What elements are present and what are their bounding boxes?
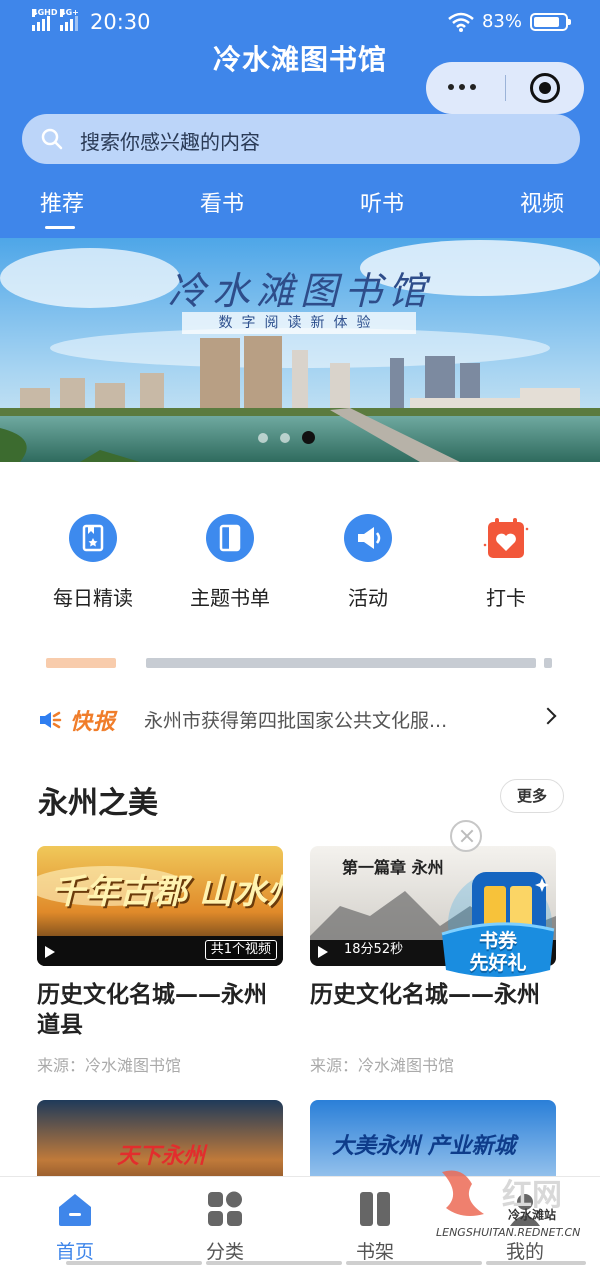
card-title: 历史文化名城——永州道县 [37,982,267,1038]
megaphone-icon [344,514,392,562]
banner-subtitle: 数字阅读新体验 [182,312,416,334]
bookshelf-icon [355,1189,395,1229]
category-icon [205,1189,245,1229]
nav-label: 分类 [205,1241,244,1263]
capsule-divider [505,75,506,101]
rednet-logo-icon [442,1170,484,1216]
thumbnail-art-text: 天下永州 [117,1143,206,1169]
calendar-heart-icon [482,514,530,562]
thumbnail-art-text: 千年古郡 山水州城 [51,872,283,912]
more-button[interactable]: 更多 [500,779,564,813]
gesture-bar [66,1261,202,1265]
speaker-icon [40,711,62,729]
quick-entries: 每日精读 主题书单 活动 打卡 [0,510,600,620]
coupon-promo[interactable]: 书券 先好礼 [438,866,558,988]
carousel-dots [258,431,315,444]
video-card[interactable]: 天下永州 [37,1100,283,1176]
quick-entry-label: 主题书单 [190,586,270,610]
news-ticker[interactable]: 快报 永州市获得第四批国家公共文化服... [38,700,562,738]
carousel-dot [280,432,290,443]
quick-entry-label: 每日精读 [53,586,133,610]
promo-label: 书券 先好礼 [469,930,527,974]
active-tab-indicator [45,226,75,229]
home-icon [55,1189,95,1229]
carousel-dot-active [302,431,315,444]
battery-percent: 83% [481,11,522,32]
header: 4GHD 4G+ 20:30 83% 冷水滩图书馆 搜索你感兴趣的内容 推荐 看… [0,0,600,238]
nav-home[interactable]: 首页 [20,1189,130,1264]
video-duration: 18分52秒 [344,942,404,957]
video-count-badge: 共1个视频 [204,940,277,960]
quick-entry-theme-booklist[interactable]: 主题书单 [170,510,290,611]
nav-label: 首页 [55,1241,94,1263]
play-icon [45,946,55,958]
section-title: 永州之美 [38,786,158,821]
watermark-site: 冷水滩站 [508,1208,557,1222]
news-headline: 永州市获得第四批国家公共文化服... [144,710,448,732]
video-card[interactable]: 千年古郡 山水州城 共1个视频 历史文化名城——永州道县 来源：冷水滩图书馆 [37,846,283,1086]
clock: 20:30 [90,10,151,34]
tab-read[interactable]: 看书 [200,186,244,218]
rednet-watermark: 红网 冷水滩站 LENGSHUITAN.REDNET.CN [432,1164,600,1244]
book-icon [206,514,254,562]
watermark-url: LENGSHUITAN.REDNET.CN [436,1226,581,1239]
tab-video[interactable]: 视频 [520,186,564,218]
more-options-button[interactable] [448,84,476,90]
tab-recommend[interactable]: 推荐 [40,186,84,218]
news-badge: 快报 [38,704,116,736]
quick-entry-daily-reading[interactable]: 每日精读 [33,510,153,611]
cellular-signal-icon: 4GHD [32,9,57,31]
app-screen: 4GHD 4G+ 20:30 83% 冷水滩图书馆 搜索你感兴趣的内容 推荐 看… [0,0,600,1266]
news-ticker-previous [36,652,556,668]
quick-entry-activities[interactable]: 活动 [308,510,428,611]
video-thumbnail: 天下永州 [37,1100,283,1176]
gesture-bar [346,1261,482,1265]
wifi-icon [448,12,474,32]
bookmark-star-icon [69,514,117,562]
chevron-right-icon [539,707,557,725]
tab-listen[interactable]: 听书 [360,186,404,218]
video-thumbnail: 千年古郡 山水州城 共1个视频 [37,846,283,966]
close-miniprogram-button[interactable] [530,73,560,103]
card-source: 来源：冷水滩图书馆 [310,1056,455,1075]
banner-carousel[interactable]: 冷水滩图书馆 数字阅读新体验 [0,238,600,462]
cellular-signal-2-icon: 4G+ [60,9,79,31]
card-source: 来源：冷水滩图书馆 [37,1056,182,1075]
tab-bar: 推荐 看书 听书 视频 [0,182,600,238]
carousel-dot [258,432,268,443]
thumbnail-art-text: 大美永州 产业新城 [332,1133,516,1159]
banner-title: 冷水滩图书馆 [167,269,432,313]
play-icon [318,946,328,958]
news-badge-label: 快报 [70,710,117,735]
quick-entry-label: 活动 [348,586,388,610]
quick-entry-label: 打卡 [486,586,526,610]
miniprogram-capsule [426,62,584,114]
close-promo-button[interactable] [450,820,482,852]
nav-label: 书架 [355,1241,394,1263]
search-bar[interactable]: 搜索你感兴趣的内容 [22,114,580,164]
nav-category[interactable]: 分类 [170,1189,280,1264]
battery-icon [530,12,571,31]
gesture-bar [206,1261,342,1265]
quick-entry-check-in[interactable]: 打卡 [446,510,566,611]
search-placeholder: 搜索你感兴趣的内容 [80,130,260,154]
search-icon [41,128,63,150]
nav-bookshelf[interactable]: 书架 [320,1189,430,1264]
gesture-bar [486,1261,586,1265]
